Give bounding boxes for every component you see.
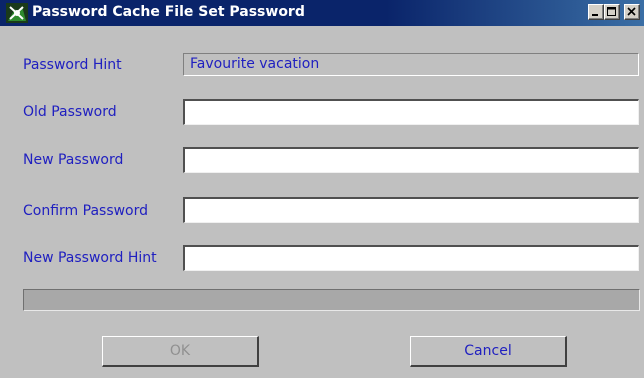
password-hint-display: Favourite vacation xyxy=(183,53,639,76)
maximize-icon xyxy=(607,7,616,16)
old-password-label: Old Password xyxy=(23,104,117,120)
new-password-hint-field[interactable] xyxy=(183,245,639,271)
confirm-password-field[interactable] xyxy=(183,197,639,223)
close-button[interactable] xyxy=(624,4,640,20)
cancel-button[interactable]: Cancel xyxy=(410,336,567,367)
ok-button[interactable]: OK xyxy=(102,336,259,367)
old-password-field[interactable] xyxy=(183,99,639,125)
close-icon xyxy=(627,7,636,16)
status-bar xyxy=(23,289,640,311)
new-password-field[interactable] xyxy=(183,147,639,173)
new-password-hint-label: New Password Hint xyxy=(23,250,157,266)
window-title: Password Cache File Set Password xyxy=(32,4,305,20)
minimize-icon xyxy=(592,14,598,16)
password-dialog: Password Cache File Set Password Passwor… xyxy=(0,0,644,378)
app-icon xyxy=(6,3,28,23)
title-bar[interactable]: Password Cache File Set Password xyxy=(0,0,644,26)
confirm-password-label: Confirm Password xyxy=(23,203,149,219)
new-password-label: New Password xyxy=(23,152,124,168)
minimize-button[interactable] xyxy=(588,4,604,20)
maximize-button[interactable] xyxy=(604,4,620,20)
password-hint-label: Password Hint xyxy=(23,57,122,73)
